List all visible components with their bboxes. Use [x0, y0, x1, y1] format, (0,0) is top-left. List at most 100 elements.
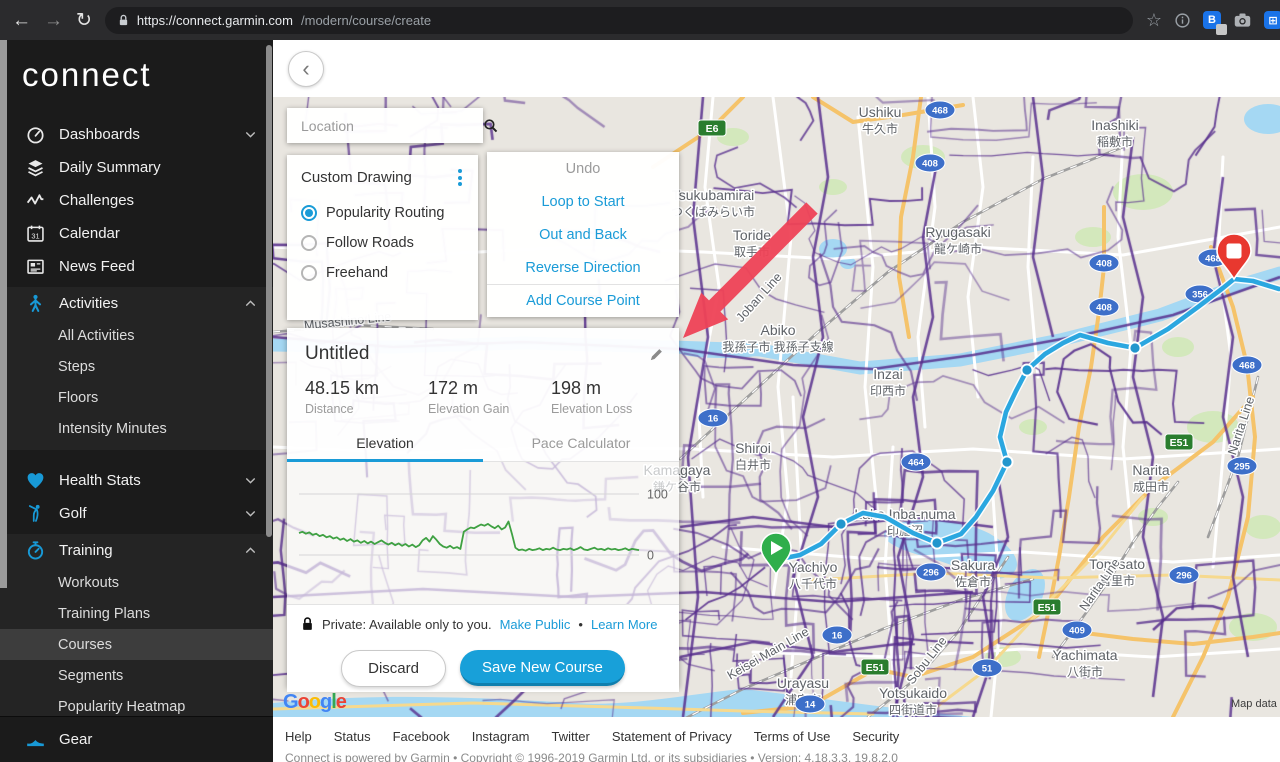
- sidebar-item-gear[interactable]: Gear: [0, 716, 273, 762]
- browser-reload-icon[interactable]: ↻: [76, 11, 92, 30]
- footer-link-status[interactable]: Status: [334, 729, 371, 744]
- sidebar-item-daily-summary[interactable]: Daily Summary: [0, 151, 273, 184]
- radio-label: Popularity Routing: [326, 205, 445, 221]
- sidebar-scrollbar[interactable]: [266, 45, 272, 537]
- radio-button[interactable]: [301, 205, 317, 221]
- sidebar-item-steps[interactable]: Steps: [0, 351, 273, 382]
- svg-text:Abiko: Abiko: [760, 322, 795, 338]
- calendar-icon: 31: [24, 223, 46, 245]
- browser-forward-icon[interactable]: →: [44, 11, 63, 30]
- sidebar-item-golf[interactable]: Golf: [0, 497, 273, 530]
- extension-icon[interactable]: B: [1203, 11, 1221, 29]
- radio-label: Follow Roads: [326, 235, 414, 251]
- sidebar-item-health-stats[interactable]: Health Stats: [0, 464, 273, 497]
- sidebar-item-news-feed[interactable]: News Feed: [0, 250, 273, 283]
- footer-link-help[interactable]: Help: [285, 729, 312, 744]
- action-out-and-back[interactable]: Out and Back: [487, 218, 679, 251]
- sidebar-item-segments[interactable]: Segments: [0, 660, 273, 691]
- svg-text:Keisei Main Line: Keisei Main Line: [725, 625, 811, 683]
- edit-title-icon[interactable]: [648, 346, 665, 363]
- sidebar-item-label: Health Stats: [59, 472, 244, 489]
- stat-elevation-loss: 198 m Elevation Loss: [551, 378, 674, 416]
- sidebar-item-dashboards[interactable]: Dashboards: [0, 118, 273, 151]
- extension-icon-2[interactable]: ⊞: [1264, 11, 1280, 29]
- sidebar-item-training[interactable]: Training: [0, 534, 273, 567]
- privacy-text: Private: Available only to you.: [322, 617, 492, 632]
- browser-back-icon[interactable]: ←: [12, 11, 31, 30]
- sidebar-item-label: Challenges: [59, 192, 257, 209]
- stat-value: 48.15 km: [305, 378, 428, 399]
- action-add-course-point[interactable]: Add Course Point: [487, 284, 679, 317]
- action-reverse-direction[interactable]: Reverse Direction: [487, 251, 679, 284]
- radio-button[interactable]: [301, 235, 317, 251]
- discard-button[interactable]: Discard: [341, 650, 446, 687]
- news-icon: [24, 256, 46, 278]
- sidebar-item-workouts[interactable]: Workouts: [0, 567, 273, 598]
- learn-more-link[interactable]: Learn More: [591, 617, 657, 632]
- garmin-connect-logo[interactable]: connect: [0, 40, 273, 102]
- chevron-up-icon: [244, 297, 257, 310]
- footer-link-facebook[interactable]: Facebook: [393, 729, 450, 744]
- sidebar-item-floors[interactable]: Floors: [0, 382, 273, 413]
- info-icon[interactable]: [1174, 12, 1191, 29]
- footer-link-statement-of-privacy[interactable]: Statement of Privacy: [612, 729, 732, 744]
- sidebar-item-challenges[interactable]: Challenges: [0, 184, 273, 217]
- footer-link-twitter[interactable]: Twitter: [552, 729, 590, 744]
- elevation-chart: 0100: [287, 462, 679, 604]
- radio-follow-roads[interactable]: Follow Roads: [287, 228, 478, 258]
- course-tabs: ElevationPace Calculator: [287, 426, 679, 462]
- chevron-down-icon: [244, 474, 257, 487]
- sidebar: connect DashboardsDaily Summary Challenge…: [0, 40, 273, 762]
- svg-text:Narita: Narita: [1132, 462, 1170, 478]
- runner-icon: [24, 293, 46, 315]
- garmin-connect-window: ← → ↻ https://connect.garmin.com/modern/…: [0, 0, 1280, 762]
- sidebar-item-activities[interactable]: Activities: [0, 287, 273, 320]
- search-icon[interactable]: [482, 117, 499, 134]
- stat-value: 198 m: [551, 378, 674, 399]
- svg-text:Tsukubamirai: Tsukubamirai: [672, 187, 754, 203]
- svg-text:取手市: 取手市: [734, 244, 770, 259]
- sidebar-item-label: Golf: [59, 505, 244, 522]
- sidebar-item-label: Activities: [59, 295, 244, 312]
- location-search-input[interactable]: [301, 118, 482, 134]
- svg-text:Narita Line: Narita Line: [1077, 556, 1123, 614]
- svg-text:Shiroi: Shiroi: [735, 440, 771, 456]
- camera-extension-icon[interactable]: [1233, 12, 1252, 29]
- footer-link-security[interactable]: Security: [852, 729, 899, 744]
- save-new-course-button[interactable]: Save New Course: [460, 650, 625, 686]
- svg-text:Inashiki: Inashiki: [1091, 117, 1138, 133]
- tab-pace-calculator[interactable]: Pace Calculator: [483, 426, 679, 462]
- make-public-link[interactable]: Make Public: [500, 617, 571, 632]
- footer-legal: Connect is powered by Garmin • Copyright…: [285, 751, 898, 762]
- bookmark-star-icon[interactable]: ☆: [1146, 10, 1162, 31]
- sidebar-item-label: Training: [59, 542, 244, 559]
- footer-link-instagram[interactable]: Instagram: [472, 729, 530, 744]
- sidebar-item-calendar[interactable]: 31Calendar: [0, 217, 273, 250]
- radio-freehand[interactable]: Freehand: [287, 258, 478, 288]
- sidebar-nav: DashboardsDaily Summary Challenges 31Calen…: [0, 118, 273, 728]
- drawing-menu-icon[interactable]: [452, 167, 468, 188]
- page-topbar: ‹: [273, 40, 1280, 97]
- stat-label: Elevation Loss: [551, 402, 674, 416]
- tab-elevation[interactable]: Elevation: [287, 426, 483, 462]
- action-loop-to-start[interactable]: Loop to Start: [487, 185, 679, 218]
- svg-text:印西市: 印西市: [870, 383, 906, 398]
- gauge-icon: [24, 124, 46, 146]
- sidebar-item-intensity-minutes[interactable]: Intensity Minutes: [0, 413, 273, 444]
- action-undo: Undo: [487, 152, 679, 185]
- radio-button[interactable]: [301, 265, 317, 281]
- sidebar-item-all-activities[interactable]: All Activities: [0, 320, 273, 351]
- browser-toolbar: ← → ↻ https://connect.garmin.com/modern/…: [0, 0, 1280, 40]
- address-bar[interactable]: https://connect.garmin.com/modern/course…: [105, 7, 1133, 34]
- sidebar-item-courses[interactable]: Courses: [0, 629, 273, 660]
- sidebar-item-training-plans[interactable]: Training Plans: [0, 598, 273, 629]
- svg-text:Yotsukaido: Yotsukaido: [879, 685, 947, 701]
- footer-link-terms-of-use[interactable]: Terms of Use: [754, 729, 831, 744]
- radio-popularity-routing[interactable]: Popularity Routing: [287, 198, 478, 228]
- svg-text:佐倉市: 佐倉市: [955, 574, 991, 589]
- svg-text:Sakura: Sakura: [951, 557, 996, 573]
- extension-2-glyph: ⊞: [1268, 14, 1277, 27]
- layers-icon: [24, 157, 46, 179]
- svg-text:Yachiyo: Yachiyo: [789, 559, 838, 575]
- page-back-button[interactable]: ‹: [288, 51, 324, 87]
